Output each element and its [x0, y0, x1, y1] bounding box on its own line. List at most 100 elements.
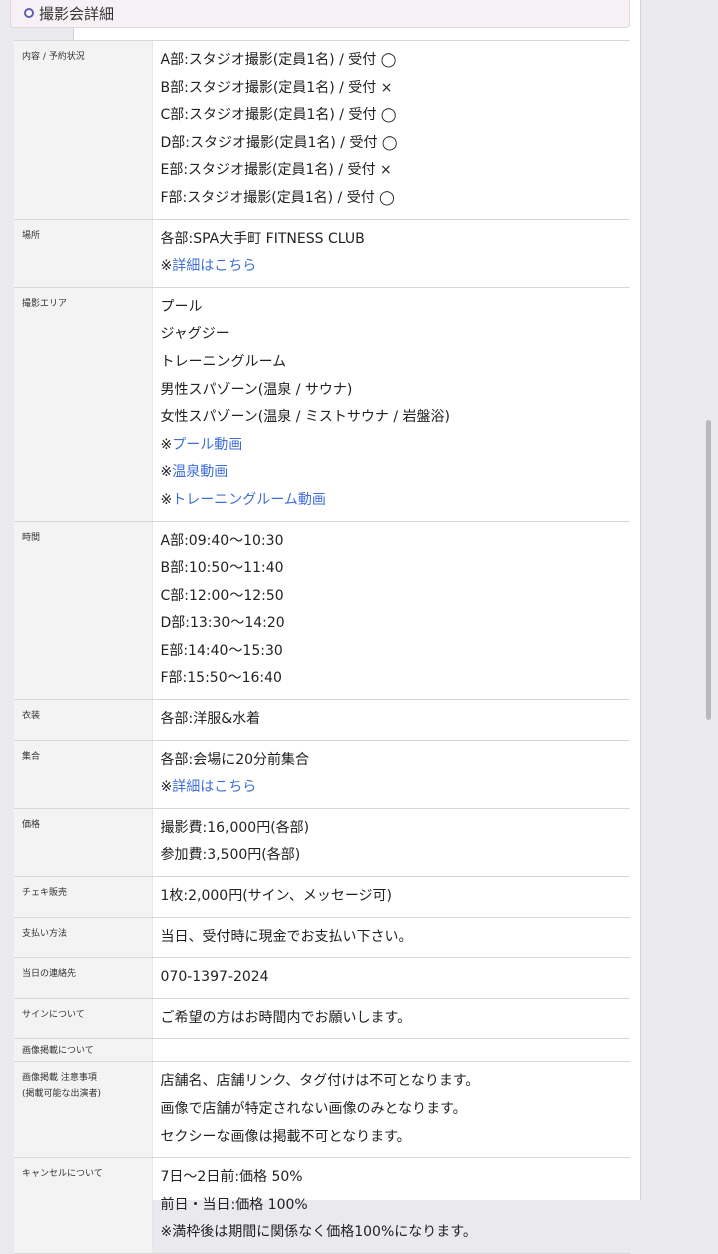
- row-label-cell: サインについて: [14, 998, 152, 1040]
- row-label-cell: 当日の連絡先: [14, 957, 152, 999]
- row-value-cell: 1枚:2,000円(サイン、メッセージ可): [151, 876, 630, 918]
- detail-link[interactable]: 温泉動画: [172, 464, 228, 480]
- row-value-cell: ご希望の方はお時間内でお願いします。: [151, 998, 630, 1040]
- value-line: 各部:SPA大手町 FITNESS CLUB: [160, 230, 365, 247]
- value-line: 画像で店舗が特定されない画像のみとなります。: [160, 1101, 467, 1117]
- value-line: トレーニングルーム: [160, 353, 287, 370]
- page-border-right: [640, 0, 641, 1200]
- value-line: D部:スタジオ撮影(定員1名) / 受付 ◯: [160, 134, 398, 151]
- section-title: 撮影会詳細: [39, 5, 115, 23]
- value-line: A部:09:40〜10:30: [160, 532, 284, 549]
- table-row: 内容 / 予約状況 A部:スタジオ撮影(定員1名) / 受付 ◯ B部:スタジオ撮影…: [14, 40, 630, 220]
- row-label-cell: 内容 / 予約状況: [14, 40, 152, 220]
- value-line: 7日〜2日前:価格 50%: [160, 1169, 303, 1186]
- detail-link[interactable]: 詳細はこちら: [172, 258, 256, 274]
- row-label-cell: 画像掲載 注意事項 (掲載可能な出演者): [14, 1061, 152, 1159]
- row-label-cell: 支払い方法: [14, 917, 152, 959]
- section-header: 撮影会詳細: [10, 0, 630, 28]
- value-line: ご希望の方はお時間内でお願いします。: [160, 1009, 412, 1026]
- value-line: 男性スパゾーン(温泉 / サウナ): [160, 381, 353, 398]
- value-line: 070-1397-2024: [160, 969, 269, 986]
- table-row: 画像掲載について: [14, 1038, 630, 1063]
- circle-bullet-icon: [24, 8, 34, 18]
- value-line: D部:13:30〜14:20: [160, 615, 285, 632]
- value-line: 女性スパゾーン(温泉 / ミストサウナ / 岩盤浴): [160, 409, 450, 426]
- table-row: 時間 A部:09:40〜10:30 B部:10:50〜11:40 C部:12:00〜1…: [14, 521, 630, 701]
- detail-link[interactable]: 詳細はこちら: [172, 779, 256, 795]
- row-label-sub: (掲載可能な出演者): [22, 1089, 102, 1100]
- row-label: 集合: [22, 751, 41, 762]
- value-line: F部:スタジオ撮影(定員1名) / 受付 ◯: [160, 189, 395, 206]
- detail-link[interactable]: トレーニングルーム動画: [172, 492, 326, 508]
- row-label: 支払い方法: [22, 928, 68, 939]
- value-line: ※プール動画: [161, 432, 623, 460]
- note-mark: ※: [160, 258, 173, 275]
- table-row: 場所 各部:SPA大手町 FITNESS CLUB ※詳細はこちら: [14, 219, 630, 288]
- row-label: チェキ販売: [22, 888, 68, 899]
- row-value-cell: 7日〜2日前:価格 50% 前日・当日:価格 100% ※満枠後は期間に関係なく価格…: [151, 1157, 630, 1254]
- value-line: ※詳細はこちら: [161, 774, 623, 802]
- value-line: B部:スタジオ撮影(定員1名) / 受付 ×: [160, 79, 393, 96]
- row-value-cell: A部:スタジオ撮影(定員1名) / 受付 ◯ B部:スタジオ撮影(定員1名) / …: [151, 40, 630, 220]
- note-mark: ※: [160, 436, 173, 453]
- note-mark: ※: [160, 779, 173, 796]
- row-label-cell: 場所: [14, 219, 152, 288]
- value-line: 前日・当日:価格 100%: [160, 1196, 308, 1213]
- value-line: E部:スタジオ撮影(定員1名) / 受付 ×: [160, 162, 392, 179]
- note-mark: ※: [160, 464, 173, 481]
- row-value-cell: 070-1397-2024: [151, 957, 630, 999]
- value-line: 当日、受付時に現金でお支払い下さい。: [160, 928, 413, 945]
- scrollbar-thumb[interactable]: [706, 420, 711, 720]
- row-value-cell: プールジャグジートレーニングルーム男性スパゾーン(温泉 / サウナ) 女性スパゾー…: [151, 287, 630, 522]
- value-line: C部:スタジオ撮影(定員1名) / 受付 ◯: [160, 107, 397, 124]
- row-label: 価格: [22, 819, 41, 830]
- value-line: セクシーな画像は掲載不可となります。: [160, 1128, 411, 1145]
- value-line: ※温泉動画: [161, 459, 623, 487]
- table-row: サインについて ご希望の方はお時間内でお願いします。: [14, 998, 630, 1040]
- table-row: 撮影エリア プールジャグジートレーニングルーム男性スパゾーン(温泉 / サウナ) 女…: [14, 287, 630, 522]
- value-line: 1枚:2,000円(サイン、メッセージ可): [160, 888, 393, 905]
- value-line: ※トレーニングルーム動画: [161, 487, 623, 515]
- row-label-cell: 撮影エリア: [14, 287, 152, 522]
- value-line: F部:15:50〜16:40: [160, 670, 282, 687]
- row-value-cell: A部:09:40〜10:30 B部:10:50〜11:40 C部:12:00〜12:…: [151, 521, 630, 701]
- row-value-cell: 撮影費:16,000円(各部) 参加費:3,500円(各部): [151, 808, 630, 878]
- row-label: 画像掲載 注意事項: [22, 1073, 97, 1084]
- table-row: チェキ販売 1枚:2,000円(サイン、メッセージ可): [14, 876, 630, 918]
- row-label: キャンセルについて: [22, 1169, 103, 1180]
- value-line: 各部:会場に20分前集合: [160, 751, 310, 768]
- value-line: 参加費:3,500円(各部): [160, 847, 301, 864]
- value-line: 各部:洋服&水着: [160, 711, 261, 728]
- value-line: 撮影費:16,000円(各部): [160, 819, 310, 836]
- row-value-cell: 当日、受付時に現金でお支払い下さい。: [151, 917, 630, 959]
- row-value-cell: 各部:会場に20分前集合 ※詳細はこちら: [151, 740, 630, 809]
- value-line: C部:12:00〜12:50: [160, 587, 284, 604]
- row-value-cell: 各部:洋服&水着: [151, 699, 630, 741]
- details-table: 内容 / 予約状況 A部:スタジオ撮影(定員1名) / 受付 ◯ B部:スタジオ撮影…: [14, 40, 630, 1254]
- row-label-cell: 衣装: [14, 699, 152, 741]
- row-label-cell: 集合: [14, 740, 152, 809]
- value-line: 店舗名、店舗リンク、タグ付けは不可となります。: [160, 1073, 480, 1090]
- value-line: E部:14:40〜15:30: [160, 642, 283, 659]
- value-line: プール: [160, 298, 203, 315]
- row-value-cell: 店舗名、店舗リンク、タグ付けは不可となります。 画像で店舗が特定されない画像のみと…: [151, 1061, 630, 1159]
- table-row: 画像掲載 注意事項 (掲載可能な出演者) 店舗名、店舗リンク、タグ付けは不可となりま…: [14, 1061, 630, 1159]
- table-row: 衣装 各部:洋服&水着: [14, 699, 630, 741]
- row-label: 当日の連絡先: [22, 969, 77, 980]
- row-value-cell: [151, 1038, 630, 1063]
- value-line: ※詳細はこちら: [161, 253, 623, 281]
- table-row: 支払い方法 当日、受付時に現金でお支払い下さい。: [14, 917, 630, 959]
- table-row: 集合 各部:会場に20分前集合 ※詳細はこちら: [14, 740, 630, 809]
- row-label: 画像掲載について: [22, 1046, 94, 1057]
- value-line: ※満枠後は期間に関係なく価格100%になります。: [160, 1224, 477, 1241]
- note-mark: ※: [160, 491, 173, 508]
- details-table-body: 内容 / 予約状況 A部:スタジオ撮影(定員1名) / 受付 ◯ B部:スタジオ撮影…: [14, 40, 630, 1254]
- value-line: ジャグジー: [160, 326, 230, 343]
- row-label-cell: 価格: [14, 808, 152, 878]
- row-label-cell: 時間: [14, 521, 152, 701]
- detail-link[interactable]: プール動画: [172, 437, 242, 453]
- row-label: サインについて: [22, 1009, 85, 1020]
- row-value-cell: 各部:SPA大手町 FITNESS CLUB ※詳細はこちら: [151, 219, 630, 288]
- row-label: 場所: [22, 230, 41, 241]
- row-label-cell: 画像掲載について: [14, 1038, 152, 1063]
